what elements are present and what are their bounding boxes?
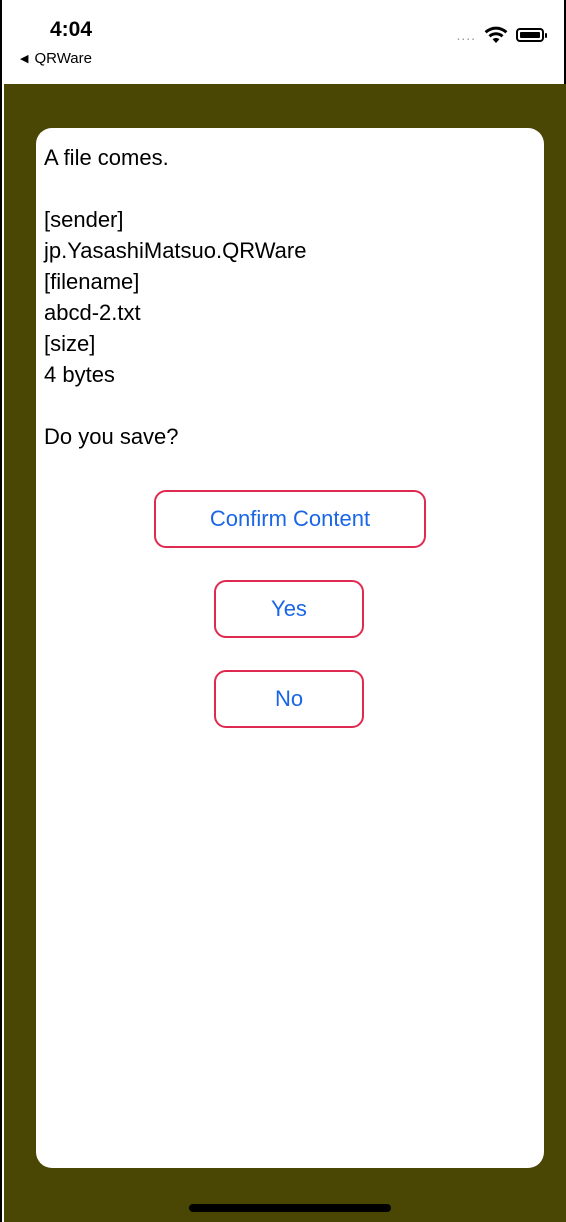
dialog-message: A file comes. [sender] jp.YasashiMatsuo.… — [44, 145, 307, 449]
status-bar: 4:04 ◀ QRWare .... — [2, 0, 564, 84]
confirm-content-button[interactable]: Confirm Content — [154, 490, 426, 548]
wifi-icon — [484, 26, 508, 43]
back-app-label: QRWare — [34, 50, 92, 67]
yes-button[interactable]: Yes — [214, 580, 364, 638]
device-frame: 4:04 ◀ QRWare .... A file comes. [sender… — [0, 0, 566, 1222]
back-triangle-icon: ◀ — [20, 53, 29, 65]
battery-icon — [516, 28, 547, 42]
status-icons: .... — [456, 26, 547, 44]
file-received-dialog: A file comes. [sender] jp.YasashiMatsuo.… — [36, 128, 544, 1168]
signal-icon: .... — [456, 27, 476, 43]
no-button[interactable]: No — [214, 670, 364, 728]
home-indicator[interactable] — [189, 1204, 391, 1212]
status-time: 4:04 — [50, 18, 93, 41]
back-to-app-link[interactable]: ◀ QRWare — [20, 50, 92, 67]
